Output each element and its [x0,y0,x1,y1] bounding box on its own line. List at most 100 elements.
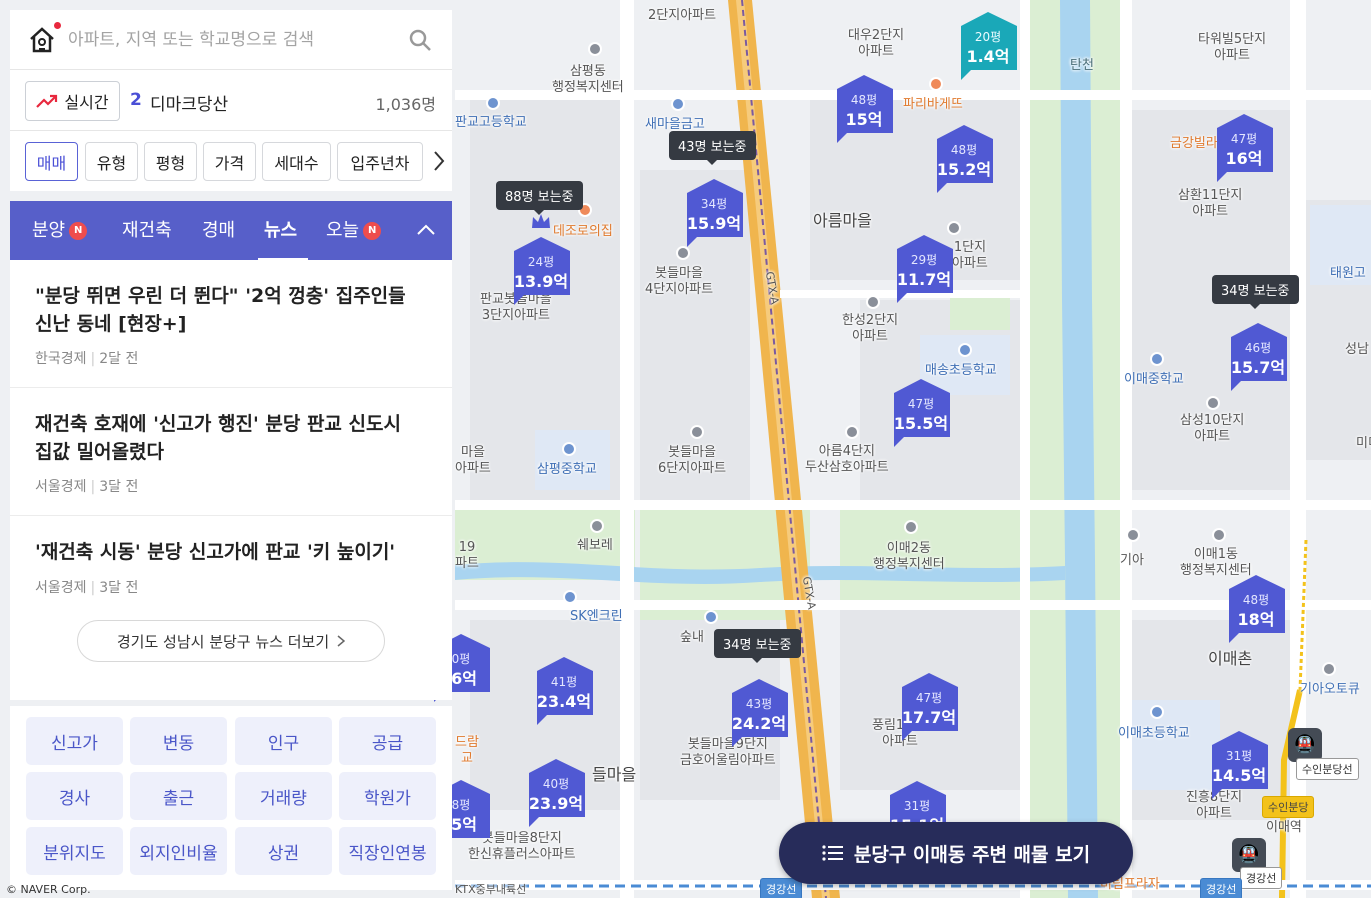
map-label: 금강빌라 [1170,136,1218,151]
map-label: 태원고 [1330,266,1366,281]
list-icon [822,845,843,861]
news-tab-bar: 분양 N 재건축 경매 뉴스 오늘 N [10,201,452,260]
new-badge: N [69,221,88,240]
news-title[interactable]: "분당 뛰면 우린 더 뛴다" '2억 껑충' 집주인들 신난 동네 [현장+] [35,282,425,338]
map-label: 삼평중학교 [537,462,597,477]
marker-price: 17.7억 [901,708,957,727]
tag-change[interactable]: 변동 [130,717,227,765]
tag-volume[interactable]: 거래량 [235,772,332,820]
tab-news[interactable]: 뉴스 [264,201,297,260]
news-item[interactable]: "분당 뛰면 우린 더 뛴다" '2억 껑충' 집주인들 신난 동네 [현장+]… [10,260,452,388]
price-marker[interactable]: 31평 14.5억 [1208,729,1270,801]
tag-distribution-map[interactable]: 분위지도 [26,827,123,875]
tab-today[interactable]: 오늘 N [326,201,382,260]
news-item[interactable]: '재건축 시동' 분당 신고가에 판교 '키 높이기' 서울경제 | 3달 전 [10,516,452,606]
price-marker[interactable]: 47평 16억 [1213,112,1275,184]
map-label: 삼환11단지 아파트 [1178,188,1243,219]
marker-price: 1.4억 [966,47,1010,66]
price-marker[interactable]: 40평 23.9억 [525,757,587,829]
school-icon [486,96,500,110]
chevron-right-icon[interactable] [432,150,446,172]
map-label: SK엔크린 [570,609,623,624]
tag-salary[interactable]: 직장인연봉 [339,827,436,875]
news-more-label: 경기도 성남시 분당구 뉴스 더보기 [116,632,330,651]
price-marker[interactable]: 48평 18억 [1225,573,1287,645]
filter-chip-households[interactable]: 세대수 [262,142,331,181]
tab-presale[interactable]: 분양 N [32,201,88,260]
tag-supply[interactable]: 공급 [339,717,436,765]
price-marker[interactable]: 20평 1.4억 [957,10,1019,82]
price-marker[interactable]: 47평 17.7억 [898,671,960,743]
map-label: 이매초등학교 [1118,726,1190,741]
filter-chip-year[interactable]: 입주년차 [337,142,423,181]
filter-chip-type[interactable]: 유형 [85,142,138,181]
station-label: 경강선 [1240,867,1283,889]
tag-population[interactable]: 인구 [235,717,332,765]
search-input[interactable] [68,24,388,56]
crown-icon [532,214,550,228]
search-icon[interactable] [408,28,432,52]
map-label: 대우2단지 아파트 [848,28,905,59]
price-marker[interactable]: 48평 15.2억 [933,123,995,195]
marker-price: 15.5억 [893,414,949,433]
news-more-button[interactable]: 경기도 성남시 분당구 뉴스 더보기 [77,620,385,662]
filter-chip-sale[interactable]: 매매 [25,142,78,181]
school-icon [1150,352,1164,366]
price-marker[interactable]: 29평 11.7억 [893,233,955,305]
price-marker[interactable]: 41평 23.4억 [533,655,595,727]
home-logo-icon[interactable] [28,26,56,54]
news-title[interactable]: '재건축 시동' 분당 신고가에 판교 '키 높이기' [35,538,425,566]
filter-chip-price[interactable]: 가격 [203,142,256,181]
map-label: 성남 [1345,342,1369,357]
tag-academy[interactable]: 학원가 [339,772,436,820]
filter-chip-size[interactable]: 평형 [144,142,197,181]
line-label: 수인분당 [1262,796,1315,818]
map-label: 한성2단지 아파트 [842,313,899,344]
realtime-rank: 2 [130,90,142,110]
price-marker[interactable]: 47평 15.5억 [890,377,952,449]
price-marker[interactable]: 46평 15.7억 [1227,321,1289,393]
car-icon [590,519,604,533]
price-marker[interactable]: 24평 13.9억 [510,235,572,307]
news-meta: 서울경제 | 3달 전 [35,479,139,495]
apartment-icon [1206,396,1220,410]
realtime-button[interactable]: 실시간 [25,81,120,121]
tag-new-high[interactable]: 신고가 [26,717,123,765]
price-marker[interactable]: 34평 15.9억 [683,177,745,249]
viewers-badge: 88명 보는중 [496,181,583,215]
dong-label: 이매촌 [1208,649,1253,668]
news-title[interactable]: 재건축 호재에 '신고가 행진' 분당 판교 신도시 집값 밀어올렸다 [35,410,425,466]
dong-label: 아름마을 [813,211,872,230]
news-item[interactable]: 재건축 호재에 '신고가 행진' 분당 판교 신도시 집값 밀어올렸다 서울경제… [10,388,452,516]
news-source: 서울경제 [35,580,87,596]
price-marker[interactable]: 48평 15억 [833,73,895,145]
news-list: "분당 뛰면 우린 더 뛴다" '2억 껑충' 집주인들 신난 동네 [현장+]… [10,260,452,700]
tab-reconstruction[interactable]: 재건축 [122,201,172,260]
poi-icon [588,42,602,56]
school-icon [958,343,972,357]
school-icon [562,442,576,456]
chevron-right-icon [337,635,346,647]
map-label: 2단지아파트 [648,8,717,23]
news-source: 서울경제 [35,479,87,495]
filter-bar: 매매 유형 평형 가격 세대수 입주년차 [10,131,452,191]
map-label: 타워빌5단지 아파트 [1198,32,1267,63]
map-label: 봇들마을 4단지아파트 [645,266,714,297]
map-label: 마을 아파트 [455,445,491,476]
subway-station-icon[interactable]: 🚇 [1288,728,1322,762]
map-label: 기아 [1120,553,1144,568]
news-time: 3달 전 [99,580,139,596]
tag-commercial[interactable]: 상권 [235,827,332,875]
tag-slope[interactable]: 경사 [26,772,123,820]
realtime-label: 실시간 [64,93,109,112]
view-listings-button[interactable]: 분당구 이매동 주변 매물 보기 [779,822,1133,884]
map-label: 탄천 [1070,58,1094,73]
price-marker[interactable]: 43평 24.2억 [728,677,790,749]
chevron-up-icon[interactable] [414,218,438,242]
realtime-name[interactable]: 디마크당산 [150,90,228,115]
tab-auction[interactable]: 경매 [202,201,235,260]
map-label: 숲내 [680,630,704,645]
tag-commute[interactable]: 출근 [130,772,227,820]
realtime-count: 1,036명 [375,95,436,114]
tag-outsider-ratio[interactable]: 외지인비율 [130,827,227,875]
